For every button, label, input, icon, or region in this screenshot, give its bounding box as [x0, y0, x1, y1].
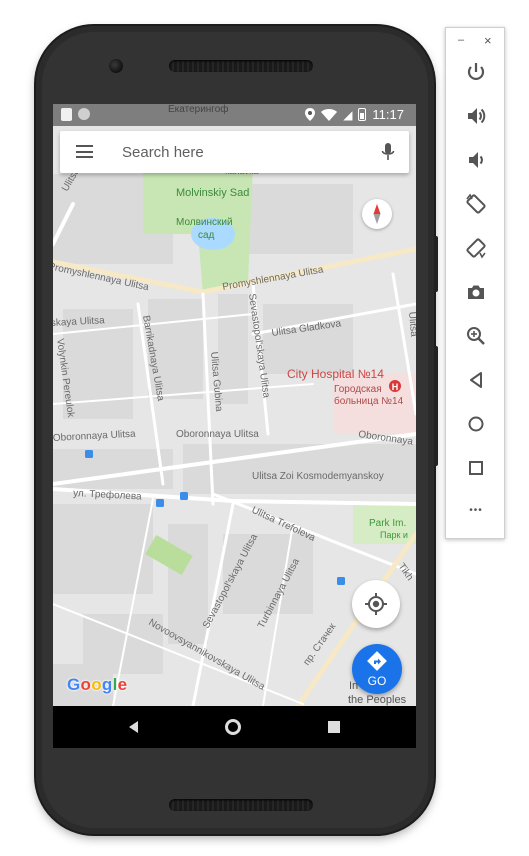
label-hospital-ru-1: Городская [334, 384, 382, 395]
bottom-speaker [169, 799, 313, 811]
back-icon [470, 372, 482, 388]
status-place-label: Екатерингоф [168, 104, 229, 115]
volume-rocker [434, 236, 438, 292]
android-nav-bar [53, 706, 416, 748]
close-button[interactable]: × [484, 33, 492, 48]
my-location-button[interactable] [352, 580, 400, 628]
directions-go-button[interactable]: GO [352, 644, 402, 694]
rotate-left-icon [466, 193, 486, 214]
overview-icon [469, 461, 483, 475]
front-camera [109, 59, 123, 73]
directions-icon [367, 651, 387, 671]
label-park-ru-1: Молвинский [176, 217, 233, 228]
volume-down-icon [469, 152, 483, 168]
label-peoples-2: the Peoples [348, 694, 407, 706]
label-hospital-ru-2: больница №14 [334, 395, 404, 407]
label-park-im: Park Im. [369, 518, 406, 529]
volume-up-button[interactable] [460, 100, 492, 132]
device-screen: kanavka Molvinskiy Sad Молвинский сад Pr… [53, 104, 416, 748]
logo-letter-o2: o [91, 675, 102, 694]
svg-text:H: H [392, 382, 399, 392]
power-button[interactable] [460, 56, 492, 88]
logo-letter-e: e [117, 675, 128, 694]
toolbar-window-controls: – × [446, 33, 506, 48]
home-icon [468, 416, 484, 432]
back-button[interactable] [460, 364, 492, 396]
top-speaker [169, 60, 313, 72]
label-park-ru-2: сад [198, 230, 215, 241]
compass-icon [373, 204, 381, 224]
volume-down-button[interactable] [460, 144, 492, 176]
zoom-button[interactable] [460, 320, 492, 352]
label-park-en: Molvinskiy Sad [176, 187, 249, 199]
wifi-icon [321, 108, 338, 121]
label-zoi: Ulitsa Zoi Kosmodemyanskoy [252, 471, 384, 482]
minimize-button[interactable]: – [458, 34, 464, 46]
logo-letter-g: G [67, 675, 81, 694]
nav-back-icon[interactable] [129, 721, 138, 733]
zoom-icon [467, 327, 485, 345]
logo-letter-g2: g [101, 675, 113, 694]
sd-card-icon [61, 108, 72, 121]
volume-up-icon [468, 108, 486, 124]
side-button [434, 346, 438, 466]
hospital-marker[interactable]: H [389, 380, 401, 392]
search-input[interactable] [122, 131, 362, 173]
location-icon [305, 108, 316, 121]
logo-letter-o1: o [80, 675, 92, 694]
google-logo: Google [67, 675, 127, 695]
power-icon [467, 63, 485, 80]
camera-icon [468, 285, 484, 299]
go-label: GO [367, 674, 387, 688]
battery-icon [358, 108, 367, 121]
notification-icon [78, 108, 90, 120]
status-bar: Екатерингоф ◢ 11:17 [53, 104, 416, 126]
signal-icon: ◢ [343, 107, 353, 122]
status-time: 11:17 [372, 107, 404, 122]
rotate-left-button[interactable] [460, 188, 492, 220]
label-oboronnaya-c: Oboronnaya Ulitsa [176, 429, 259, 440]
screenshot-button[interactable] [460, 276, 492, 308]
label-park-ru: Парк и [380, 530, 408, 540]
search-bar[interactable] [60, 131, 409, 173]
rotate-right-icon [466, 238, 486, 259]
label-hospital-en: City Hospital №14 [287, 367, 384, 381]
menu-icon[interactable] [76, 145, 93, 158]
rotate-right-button[interactable] [460, 232, 492, 264]
nav-home-icon[interactable] [225, 719, 241, 735]
nav-recents-icon[interactable] [328, 721, 340, 733]
emulator-toolbar: – × ••• [445, 27, 505, 539]
home-button[interactable] [460, 408, 492, 440]
overview-button[interactable] [460, 452, 492, 484]
compass-button[interactable] [362, 199, 392, 229]
crosshair-icon [365, 593, 387, 615]
more-button[interactable]: ••• [460, 494, 492, 526]
microphone-icon[interactable] [381, 143, 395, 162]
